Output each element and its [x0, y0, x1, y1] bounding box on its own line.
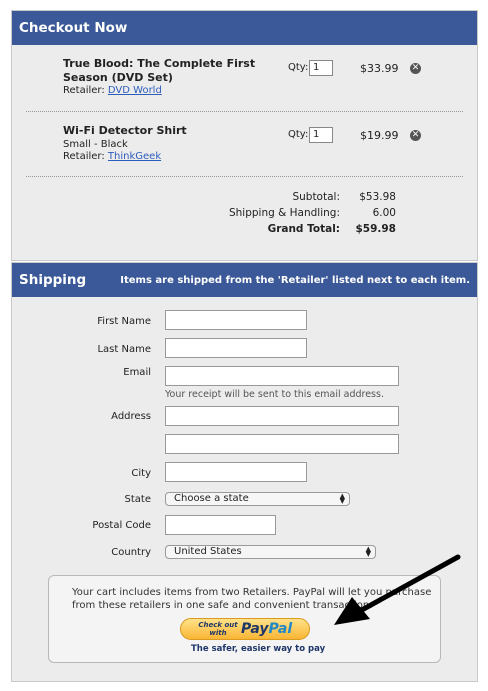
paypal-checkout-button[interactable]: Check out with PayPal: [180, 618, 310, 640]
retailer-link[interactable]: ThinkGeek: [108, 151, 161, 162]
retailer-label: Retailer:: [63, 151, 105, 162]
paypal-message: Your cart includes items from two Retail…: [72, 587, 432, 611]
item-name: Wi-Fi Detector Shirt: [63, 124, 187, 137]
email-field[interactable]: [165, 366, 399, 386]
item-retailer-line: Retailer: DVD World: [63, 85, 162, 97]
retailer-link[interactable]: DVD World: [108, 85, 162, 96]
item-divider: [26, 111, 463, 112]
shipping-panel: Shipping Items are shipped from the 'Ret…: [11, 262, 478, 682]
remove-icon[interactable]: ✕: [410, 130, 421, 141]
paypal-box: Your cart includes items from two Retail…: [48, 575, 441, 663]
item-variant: Small - Black: [63, 139, 128, 150]
email-label: Email: [123, 367, 151, 378]
city-label: City: [131, 468, 151, 479]
cart-title: Checkout Now: [19, 20, 128, 36]
item-price: $33.99: [360, 62, 399, 75]
first-name-field[interactable]: [165, 310, 307, 330]
postal-field[interactable]: [165, 515, 276, 535]
select-arrows-icon: ▲ ▼: [365, 545, 371, 558]
state-label: State: [124, 494, 151, 505]
subtotal-value: $53.98: [359, 191, 396, 203]
shipping-note: Items are shipped from the 'Retailer' li…: [120, 275, 470, 286]
qty-input[interactable]: 1: [309, 127, 333, 143]
paypal-logo-pal: Pal: [268, 621, 293, 637]
qty-label: Qty:: [288, 62, 309, 73]
address-label: Address: [111, 411, 151, 422]
first-name-label: First Name: [97, 316, 151, 327]
item-retailer-line: Retailer: ThinkGeek: [63, 151, 161, 163]
paypal-tagline: The safer, easier way to pay: [191, 644, 326, 654]
country-select-value: United States: [174, 546, 242, 557]
retailer-label: Retailer:: [63, 85, 105, 96]
country-label: Country: [111, 547, 151, 558]
qty-input[interactable]: 1: [309, 60, 333, 76]
last-name-label: Last Name: [97, 344, 151, 355]
country-select[interactable]: United States ▲ ▼: [165, 545, 376, 559]
paypal-logo: PayPal: [241, 621, 292, 637]
grand-total-label: Grand Total:: [267, 223, 340, 235]
shipping-value: 6.00: [372, 207, 396, 219]
state-select-value: Choose a state: [174, 493, 249, 504]
address-field-line2[interactable]: [165, 434, 399, 454]
grand-total-value: $59.98: [355, 223, 396, 235]
paypal-logo-pay: Pay: [241, 621, 269, 637]
postal-label: Postal Code: [92, 520, 151, 531]
subtotal-label: Subtotal:: [292, 191, 340, 203]
last-name-field[interactable]: [165, 338, 307, 358]
qty-label: Qty:: [288, 129, 309, 140]
select-arrows-icon: ▲ ▼: [339, 492, 345, 505]
city-field[interactable]: [165, 462, 307, 482]
cart-item: Wi-Fi Detector Shirt Small - Black Retai…: [12, 124, 477, 174]
item-divider: [26, 176, 463, 177]
state-select[interactable]: Choose a state ▲ ▼: [165, 492, 350, 506]
email-hint: Your receipt will be sent to this email …: [165, 389, 384, 400]
cart-item: True Blood: The Complete First Season (D…: [12, 57, 477, 111]
shipping-label: Shipping & Handling:: [228, 207, 340, 219]
cart-panel: Checkout Now True Blood: The Complete Fi…: [11, 10, 478, 261]
shipping-title: Shipping: [19, 272, 87, 288]
item-name: True Blood: The Complete First Season (D…: [63, 57, 256, 84]
remove-icon[interactable]: ✕: [410, 63, 421, 74]
shipping-header-bar: Shipping Items are shipped from the 'Ret…: [12, 263, 477, 297]
item-price: $19.99: [360, 129, 399, 142]
address-field-line1[interactable]: [165, 406, 399, 426]
paypal-button-small-text: Check out with: [198, 621, 238, 637]
cart-header-bar: Checkout Now: [12, 11, 477, 45]
